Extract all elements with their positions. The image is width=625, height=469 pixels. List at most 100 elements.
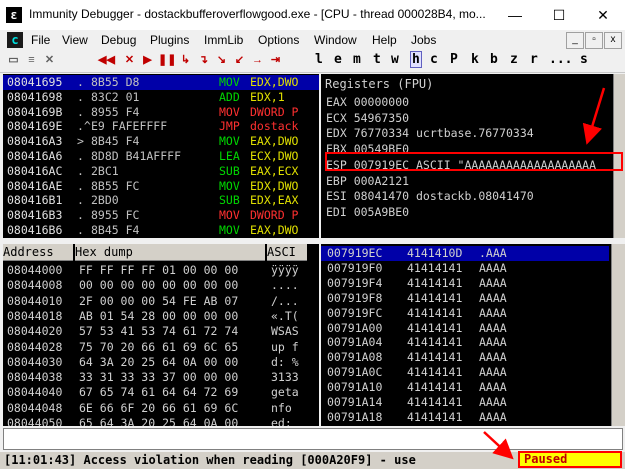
register-line[interactable]: ESP 007919EC ASCII "AAAAAAAAAAAAAAAAAAA [326,158,596,173]
menu-window[interactable]: Window [314,33,357,47]
dump-row[interactable]: 08044050 65 64 3A 20 25 64 0A 00 ed: [3,416,319,426]
disasm-row[interactable]: 080416B6. 8B45 F4 MOV EAX,DWO [3,223,319,238]
toolbar-runtrace-button[interactable]: ... [549,52,572,67]
dump-row[interactable]: 08044030 64 3A 20 25 64 0A 00 00 d: % [3,355,319,370]
minimize-button[interactable]: — [493,0,537,30]
dump-row[interactable]: 08044048 6E 66 6F 20 66 61 69 6C nfo [3,401,319,416]
dump-row[interactable]: 08044018 AB 01 54 28 00 00 00 00 «.T( [3,309,319,324]
stack-row[interactable]: 007919F0 41414141 AAAA [321,261,609,276]
dump-hex-header[interactable]: Hex dump [75,244,265,261]
stack-row[interactable]: 00791A0C 41414141 AAAA [321,365,609,380]
stack-row[interactable]: 00791A04 41414141 AAAA [321,335,609,350]
dump-row[interactable]: 08044020 57 53 41 53 74 61 72 74 WSAS [3,324,319,339]
disassembly-pane[interactable]: 08041695. 8B55 D8 MOV EDX,DWO 08041698. 83C2 … [3,74,319,238]
register-line[interactable]: EBX 00549BE0 [326,142,409,157]
stack-row[interactable]: 007919EC 4141410D .AAA [321,246,609,261]
stack-row[interactable]: 00791A18 41414141 AAAA [321,410,609,425]
disasm-row[interactable]: 0804169E .^ E9 FAFEFFFF JMP dostack [3,119,319,134]
disasm-row[interactable]: 080416A3 >8B45 F4 MOV EAX,DWO [3,134,319,149]
menu-immlib[interactable]: ImmLib [204,33,243,47]
toolbar-source-button[interactable]: s [580,52,588,67]
execute-till-return-icon[interactable]: → [250,52,265,69]
stack-row[interactable]: 00791A14 41414141 AAAA [321,395,609,410]
dump-address-header[interactable]: Address [3,244,73,261]
mdi-close-button[interactable]: x [604,32,622,49]
disasm-row[interactable]: 080416AC. 2BC1 SUB EAX,ECX [3,164,319,179]
open-file-icon[interactable]: ▭ [6,52,21,69]
dump-hex: AB 01 54 28 00 00 00 00 [79,308,239,323]
menu-jobs[interactable]: Jobs [411,33,436,47]
toolbar-log-button[interactable]: l [315,52,323,67]
dump-ascii-header[interactable]: ASCI [267,244,307,261]
disasm-row[interactable]: 08041695. 8B55 D8 MOV EDX,DWO [3,75,319,90]
toolbar-hw-breakpoints-button[interactable]: z [510,52,518,67]
stack-row[interactable]: 00791A00 41414141 AAAA [321,321,609,336]
dump-row[interactable]: 08044028 75 70 20 66 61 69 6C 65 up f [3,340,319,355]
trace-into-icon[interactable]: ↘ [214,52,229,69]
maximize-button[interactable]: ☐ [537,0,581,30]
register-line[interactable]: EDX 76770334 ucrtbase.76770334 [326,126,534,141]
pause-icon[interactable]: ❚❚ [158,52,176,69]
trace-over-icon[interactable]: ↙ [232,52,247,69]
disasm-row[interactable]: 080416AE. 8B55 FC MOV EDX,DWO [3,179,319,194]
disasm-row[interactable]: 080416B1. 2BD0 SUB EDX,EAX [3,193,319,208]
command-line-input[interactable] [3,428,623,450]
toolbar-memory-button[interactable]: m [353,52,361,67]
go-to-address-icon[interactable]: ⇥ [268,52,283,69]
rewind-icon[interactable]: ◀◀ [98,52,115,69]
register-line[interactable]: EDI 005A9BE0 [326,205,409,220]
dump-row[interactable]: 08044040 67 65 74 61 64 64 72 69 geta [3,385,319,400]
disasm-row[interactable]: 080416B3. 8955 FC MOV DWORD P [3,208,319,223]
cpu-window-icon[interactable]: c [7,32,23,48]
stack-row[interactable]: 007919FC 41414141 AAAA [321,306,609,321]
disasm-row[interactable]: 08041698. 83C2 01 ADD EDX,1 [3,90,319,105]
register-line[interactable]: ESI 08041470 dostackb.08041470 [326,189,534,204]
dump-row[interactable]: 08044008 00 00 00 00 00 00 00 00.... [3,278,319,293]
register-line[interactable]: EIP 08041695 dostackb.08041695 [326,236,534,238]
stack-row[interactable]: 00791A10 41414141 AAAA [321,380,609,395]
stack-row[interactable]: 007919F4 41414141 AAAA [321,276,609,291]
registers-pane[interactable]: Registers (FPU) EAX 00000000 ECX 54967350… [321,74,625,238]
toolbar-patches-button[interactable]: P [450,52,458,67]
mdi-restore-button[interactable]: ▫ [585,32,603,49]
dump-row[interactable]: 08044010 2F 00 00 00 54 FE AB 07 /... [3,294,319,309]
menu-view[interactable]: View [62,33,88,47]
stack-row[interactable]: 007919F8 41414141 AAAA [321,291,609,306]
menu-debug[interactable]: Debug [101,33,136,47]
toolbar-handles-button[interactable]: h [410,51,422,68]
menu-help[interactable]: Help [372,33,397,47]
step-into-icon[interactable]: ↳ [178,52,193,69]
disasm-row[interactable]: 0804169B. 8955 F4 MOV DWORD P [3,105,319,120]
disasm-row[interactable]: 080416A6. 8D8D B41AFFFF LEA ECX,DWO [3,149,319,164]
disasm-mnemonic: MOV [219,208,240,223]
toolbar-modules-button[interactable]: e [334,52,342,67]
registers-scrollbar[interactable] [613,74,625,238]
dump-row[interactable]: 08044038 33 31 33 33 37 00 00 00 3133 [3,370,319,385]
run-icon[interactable]: ▶ [140,52,155,69]
menu-file[interactable]: File [31,33,50,47]
toolbar-callstack-button[interactable]: k [471,52,479,67]
menu-plugins[interactable]: Plugins [150,33,189,47]
toolbar-cpu-button[interactable]: c [430,52,438,67]
disasm-mnemonic: MOV [219,134,240,149]
mdi-minimize-button[interactable]: _ [566,32,584,49]
toolbar-references-button[interactable]: r [530,52,538,67]
step-back-icon[interactable]: ✕ [122,52,137,69]
toolbar-breakpoints-button[interactable]: b [490,52,498,67]
menu-options[interactable]: Options [258,33,299,47]
disasm-marker: . [77,163,84,178]
close-program-icon[interactable]: ✕ [42,52,57,69]
restart-icon[interactable]: ≡ [24,52,39,69]
close-button[interactable]: ✕ [581,0,625,30]
stack-row[interactable]: 00791A08 41414141 AAAA [321,350,609,365]
register-line[interactable]: EBP 000A2121 [326,174,409,189]
step-over-icon[interactable]: ↴ [196,52,211,69]
hex-dump-pane[interactable]: Address Hex dump ASCI 08044000 FF FF FF F… [3,244,319,426]
stack-scrollbar[interactable] [611,244,625,426]
dump-row[interactable]: 08044000 FF FF FF FF 01 00 00 00 ÿÿÿÿ [3,263,319,278]
toolbar-windows-button[interactable]: w [391,52,399,67]
toolbar-threads-button[interactable]: t [373,52,381,67]
register-line[interactable]: EAX 00000000 [326,95,409,110]
register-line[interactable]: ECX 54967350 [326,111,409,126]
stack-pane[interactable]: 007919EC 4141410D .AAA 007919F0 41414141 AAAA… [321,244,625,426]
